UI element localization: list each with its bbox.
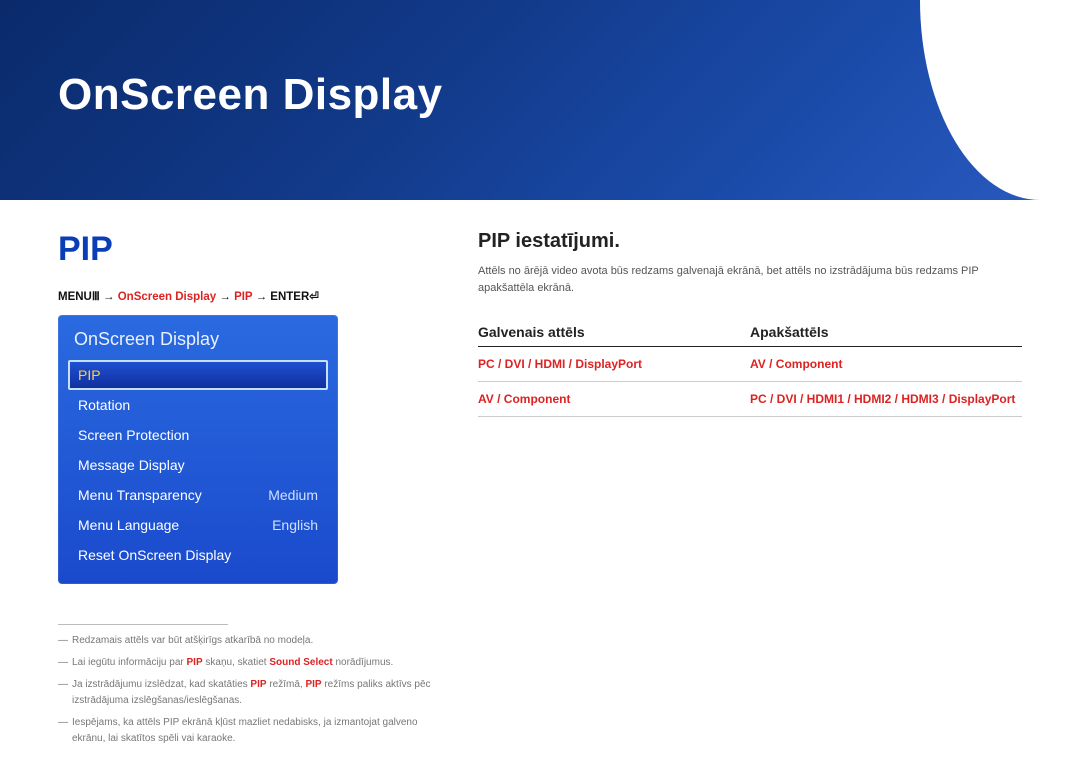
banner-title: OnScreen Display bbox=[58, 70, 1080, 120]
osd-menu-box: OnScreen Display PIP Rotation Screen Prote… bbox=[58, 315, 338, 584]
osd-menu-item-label: PIP bbox=[78, 367, 101, 383]
footnote-3: Ja izstrādājumu izslēdzat, kad skatāties… bbox=[58, 677, 438, 709]
footnotes-list: Redzamais attēls var būt atšķirīgs atkar… bbox=[58, 633, 438, 747]
table-cell-main: PC / DVI / HDMI / DisplayPort bbox=[478, 347, 750, 382]
breadcrumb-arrow: → bbox=[219, 291, 231, 303]
table-row: AV / ComponentPC / DVI / HDMI1 / HDMI2 /… bbox=[478, 382, 1022, 417]
pip-settings-heading: PIP iestatījumi. bbox=[478, 230, 1022, 253]
section-heading-pip: PIP bbox=[58, 230, 438, 269]
table-header-main: Galvenais attēls bbox=[478, 318, 750, 347]
breadcrumb-pip: PIP bbox=[234, 291, 252, 303]
table-row: PC / DVI / HDMI / DisplayPortAV / Compon… bbox=[478, 347, 1022, 382]
footnote-divider bbox=[58, 624, 228, 625]
osd-menu-item-value: English bbox=[272, 517, 318, 533]
breadcrumb-osd: OnScreen Display bbox=[118, 291, 216, 303]
breadcrumb: MENUⅢ → OnScreen Display → PIP → ENTER⏎ bbox=[58, 289, 438, 303]
osd-menu-item[interactable]: Screen Protection bbox=[68, 420, 328, 450]
banner-corner-decoration bbox=[920, 0, 1080, 200]
table-cell-main: AV / Component bbox=[478, 382, 750, 417]
osd-menu-item[interactable]: PIP bbox=[68, 360, 328, 390]
content-area: PIP MENUⅢ → OnScreen Display → PIP → ENT… bbox=[0, 200, 1080, 753]
pip-settings-description: Attēls no ārējā video avota būs redzams … bbox=[478, 263, 1022, 296]
osd-menu-item-label: Menu Language bbox=[78, 517, 179, 533]
osd-menu-item[interactable]: Menu Language English bbox=[68, 510, 328, 540]
footnote-1: Redzamais attēls var būt atšķirīgs atkar… bbox=[58, 633, 438, 649]
osd-menu-item[interactable]: Rotation bbox=[68, 390, 328, 420]
osd-menu-item-value: Medium bbox=[268, 487, 318, 503]
osd-menu-item-label: Screen Protection bbox=[78, 427, 189, 443]
breadcrumb-arrow: → bbox=[256, 291, 268, 303]
table-header-sub: Apakšattēls bbox=[750, 318, 1022, 347]
osd-menu-item-label: Menu Transparency bbox=[78, 487, 202, 503]
menu-glyph-icon: Ⅲ bbox=[92, 291, 100, 303]
footnote-4: Iespējams, ka attēls PIP ekrānā kļūst ma… bbox=[58, 715, 438, 747]
enter-glyph-icon: ⏎ bbox=[309, 291, 319, 303]
osd-menu-item[interactable]: Menu Transparency Medium bbox=[68, 480, 328, 510]
osd-menu-title: OnScreen Display bbox=[68, 325, 328, 360]
osd-menu-item-label: Rotation bbox=[78, 397, 130, 413]
source-table: Galvenais attēls Apakšattēls PC / DVI / … bbox=[478, 318, 1022, 417]
osd-menu-item-label: Message Display bbox=[78, 457, 185, 473]
breadcrumb-arrow: → bbox=[103, 291, 115, 303]
right-column: PIP iestatījumi. Attēls no ārējā video a… bbox=[438, 230, 1022, 753]
osd-menu-item-label: Reset OnScreen Display bbox=[78, 547, 231, 563]
breadcrumb-enter: ENTER bbox=[270, 291, 309, 303]
breadcrumb-menu: MENU bbox=[58, 291, 92, 303]
left-column: PIP MENUⅢ → OnScreen Display → PIP → ENT… bbox=[58, 230, 438, 753]
table-cell-sub: PC / DVI / HDMI1 / HDMI2 / HDMI3 / Displ… bbox=[750, 382, 1022, 417]
osd-menu-item[interactable]: Reset OnScreen Display bbox=[68, 540, 328, 570]
osd-menu-item[interactable]: Message Display bbox=[68, 450, 328, 480]
page-banner: OnScreen Display bbox=[0, 0, 1080, 200]
table-cell-sub: AV / Component bbox=[750, 347, 1022, 382]
footnote-2: Lai iegūtu informāciju par PIP skaņu, sk… bbox=[58, 655, 438, 671]
